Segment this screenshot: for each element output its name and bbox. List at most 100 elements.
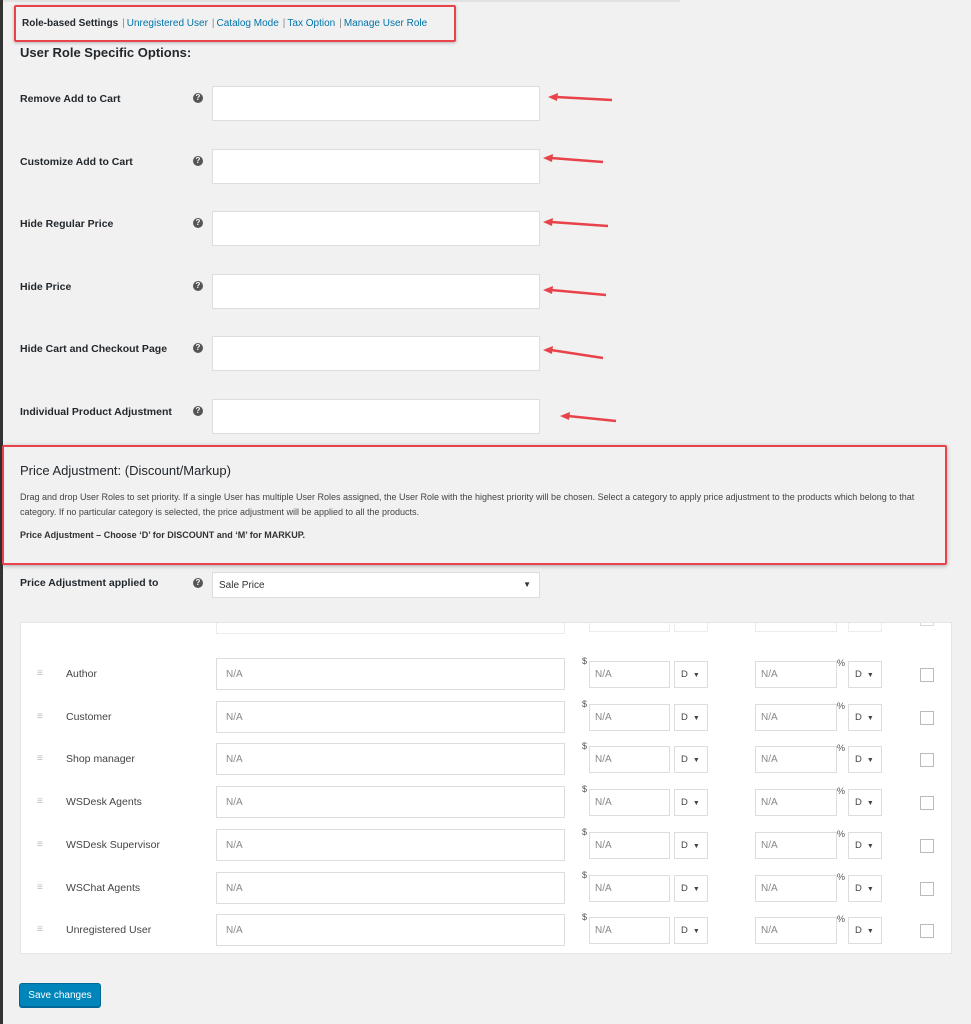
- drag-handle-icon[interactable]: ≡: [37, 711, 43, 722]
- price-amount-input[interactable]: N/A: [589, 917, 670, 945]
- price-amount-input[interactable]: N/A: [589, 746, 670, 774]
- price-type-select[interactable]: D▼: [674, 831, 708, 859]
- role-row[interactable]: ≡EditorN/A$N/AD▼N/A%D▼: [21, 622, 951, 634]
- role-checkbox[interactable]: [920, 623, 934, 626]
- help-icon[interactable]: ?: [193, 218, 203, 228]
- help-icon[interactable]: ?: [193, 578, 203, 588]
- option-input[interactable]: [212, 211, 540, 246]
- percent-type-select[interactable]: D▼: [848, 703, 882, 731]
- drag-handle-icon[interactable]: ≡: [37, 622, 43, 623]
- percent-type-select[interactable]: D▼: [848, 622, 882, 632]
- subnav-link-tax-option[interactable]: Tax Option: [287, 18, 335, 29]
- option-row: Hide Cart and Checkout Page?: [20, 336, 620, 372]
- category-select[interactable]: N/A: [216, 623, 565, 634]
- subnav-link-manage-user-role[interactable]: Manage User Role: [344, 18, 427, 29]
- percent-type-select[interactable]: D▼: [848, 831, 882, 859]
- chevron-down-icon: ▼: [692, 885, 700, 893]
- percent-amount-input[interactable]: N/A: [755, 746, 837, 774]
- percent-type-value: D: [855, 882, 862, 894]
- percent-amount-input[interactable]: N/A: [755, 789, 837, 817]
- role-row[interactable]: ≡ Shop manager N/A $ N/A D ▼ N/A% D ▼: [21, 741, 951, 776]
- percent-type-select[interactable]: D▼: [848, 789, 882, 817]
- percent-type-select[interactable]: D▼: [848, 874, 882, 902]
- category-select[interactable]: N/A: [216, 700, 565, 733]
- role-row[interactable]: ≡ WSChat Agents N/A $ N/A D ▼ N/A% D ▼: [21, 869, 951, 904]
- percent-amount-input[interactable]: N/A: [755, 831, 837, 859]
- price-amount-input[interactable]: N/A: [589, 831, 670, 859]
- help-icon[interactable]: ?: [193, 343, 203, 353]
- price-type-select[interactable]: D▼: [674, 917, 708, 945]
- subnav-link-catalog-mode[interactable]: Catalog Mode: [217, 18, 279, 29]
- applied-to-select[interactable]: Sale Price ▼: [212, 572, 540, 598]
- category-select[interactable]: N/A: [216, 871, 565, 904]
- subnav-link-unregistered-user[interactable]: Unregistered User: [127, 18, 208, 29]
- option-input[interactable]: [212, 274, 540, 309]
- percent-amount-input[interactable]: N/A: [755, 703, 837, 731]
- currency-symbol: $: [582, 656, 588, 666]
- drag-handle-icon[interactable]: ≡: [37, 882, 43, 893]
- role-checkbox[interactable]: [920, 881, 934, 896]
- price-type-select[interactable]: D▼: [674, 703, 708, 731]
- help-icon[interactable]: ?: [193, 93, 203, 103]
- price-type-value: D: [681, 797, 688, 809]
- percent-type-select[interactable]: D▼: [848, 661, 882, 688]
- help-icon[interactable]: ?: [193, 281, 203, 291]
- role-checkbox[interactable]: [920, 796, 934, 811]
- drag-handle-icon[interactable]: ≡: [37, 839, 43, 850]
- drag-handle-icon[interactable]: ≡: [37, 668, 43, 679]
- price-amount-input[interactable]: N/A: [589, 661, 670, 688]
- role-checkbox[interactable]: [920, 838, 934, 853]
- percent-type-value: D: [855, 797, 862, 809]
- category-select[interactable]: N/A: [216, 914, 565, 947]
- role-name: Shop manager: [66, 753, 135, 766]
- role-checkbox[interactable]: [920, 710, 934, 725]
- option-input[interactable]: [212, 399, 540, 434]
- drag-handle-icon[interactable]: ≡: [37, 924, 43, 935]
- chevron-down-icon: ▼: [523, 580, 531, 589]
- role-row[interactable]: ≡ WSDesk Agents N/A $ N/A D ▼ N/A% D ▼: [21, 784, 951, 819]
- category-select[interactable]: N/A: [216, 658, 565, 690]
- option-label: Remove Add to Cart: [20, 93, 121, 105]
- currency-symbol: $: [582, 869, 588, 880]
- price-type-select[interactable]: D▼: [674, 661, 708, 688]
- option-input[interactable]: [212, 336, 540, 371]
- save-changes-button[interactable]: Save changes: [19, 983, 101, 1007]
- help-icon[interactable]: ?: [193, 406, 203, 416]
- price-type-select[interactable]: D▼: [674, 874, 708, 902]
- role-row[interactable]: ≡ WSDesk Supervisor N/A $ N/A D ▼ N/A% D ▼: [21, 827, 951, 861]
- role-row[interactable]: ≡ Customer N/A $ N/A D ▼ N/A% D ▼: [21, 699, 951, 733]
- percent-symbol: %: [837, 743, 846, 754]
- chevron-down-icon: ▼: [867, 622, 874, 623]
- percent-amount-input[interactable]: N/A: [755, 917, 837, 945]
- price-amount-input[interactable]: N/A: [589, 703, 670, 731]
- price-type-select[interactable]: D▼: [674, 623, 708, 632]
- percent-type-select[interactable]: D▼: [848, 917, 882, 945]
- price-type-select[interactable]: D▼: [674, 746, 708, 774]
- drag-handle-icon[interactable]: ≡: [37, 796, 43, 807]
- help-icon[interactable]: ?: [193, 156, 203, 166]
- option-input[interactable]: [212, 86, 540, 121]
- settings-subnav: Role-based Settings | Unregistered User …: [14, 5, 456, 42]
- drag-handle-icon[interactable]: ≡: [37, 753, 43, 764]
- price-amount-input[interactable]: N/A: [589, 623, 670, 632]
- price-amount-input[interactable]: N/A: [589, 874, 670, 902]
- chevron-down-icon: ▼: [692, 928, 700, 936]
- price-type-value: D: [681, 925, 688, 937]
- role-name: WSDesk Supervisor: [66, 838, 160, 851]
- role-row[interactable]: ≡ Author N/A $ N/A D ▼ N/A% D ▼: [21, 656, 951, 690]
- percent-amount-input[interactable]: N/A: [755, 661, 837, 688]
- role-checkbox[interactable]: [920, 668, 934, 682]
- role-checkbox[interactable]: [920, 924, 934, 939]
- price-type-select[interactable]: D▼: [674, 789, 708, 817]
- category-select[interactable]: N/A: [216, 828, 565, 861]
- category-select[interactable]: N/A: [216, 786, 565, 819]
- price-amount-input[interactable]: N/A: [589, 789, 670, 817]
- option-input[interactable]: [212, 149, 540, 184]
- role-row[interactable]: ≡ Unregistered User N/A $ N/A D ▼ N/A% D ▼: [21, 912, 951, 947]
- percent-amount-input[interactable]: N/A: [755, 874, 837, 902]
- category-select[interactable]: N/A: [216, 743, 565, 776]
- role-checkbox[interactable]: [920, 753, 934, 768]
- percent-type-select[interactable]: D▼: [848, 746, 882, 774]
- percent-amount-input[interactable]: N/A: [755, 623, 837, 632]
- percent-type-value: D: [855, 669, 862, 680]
